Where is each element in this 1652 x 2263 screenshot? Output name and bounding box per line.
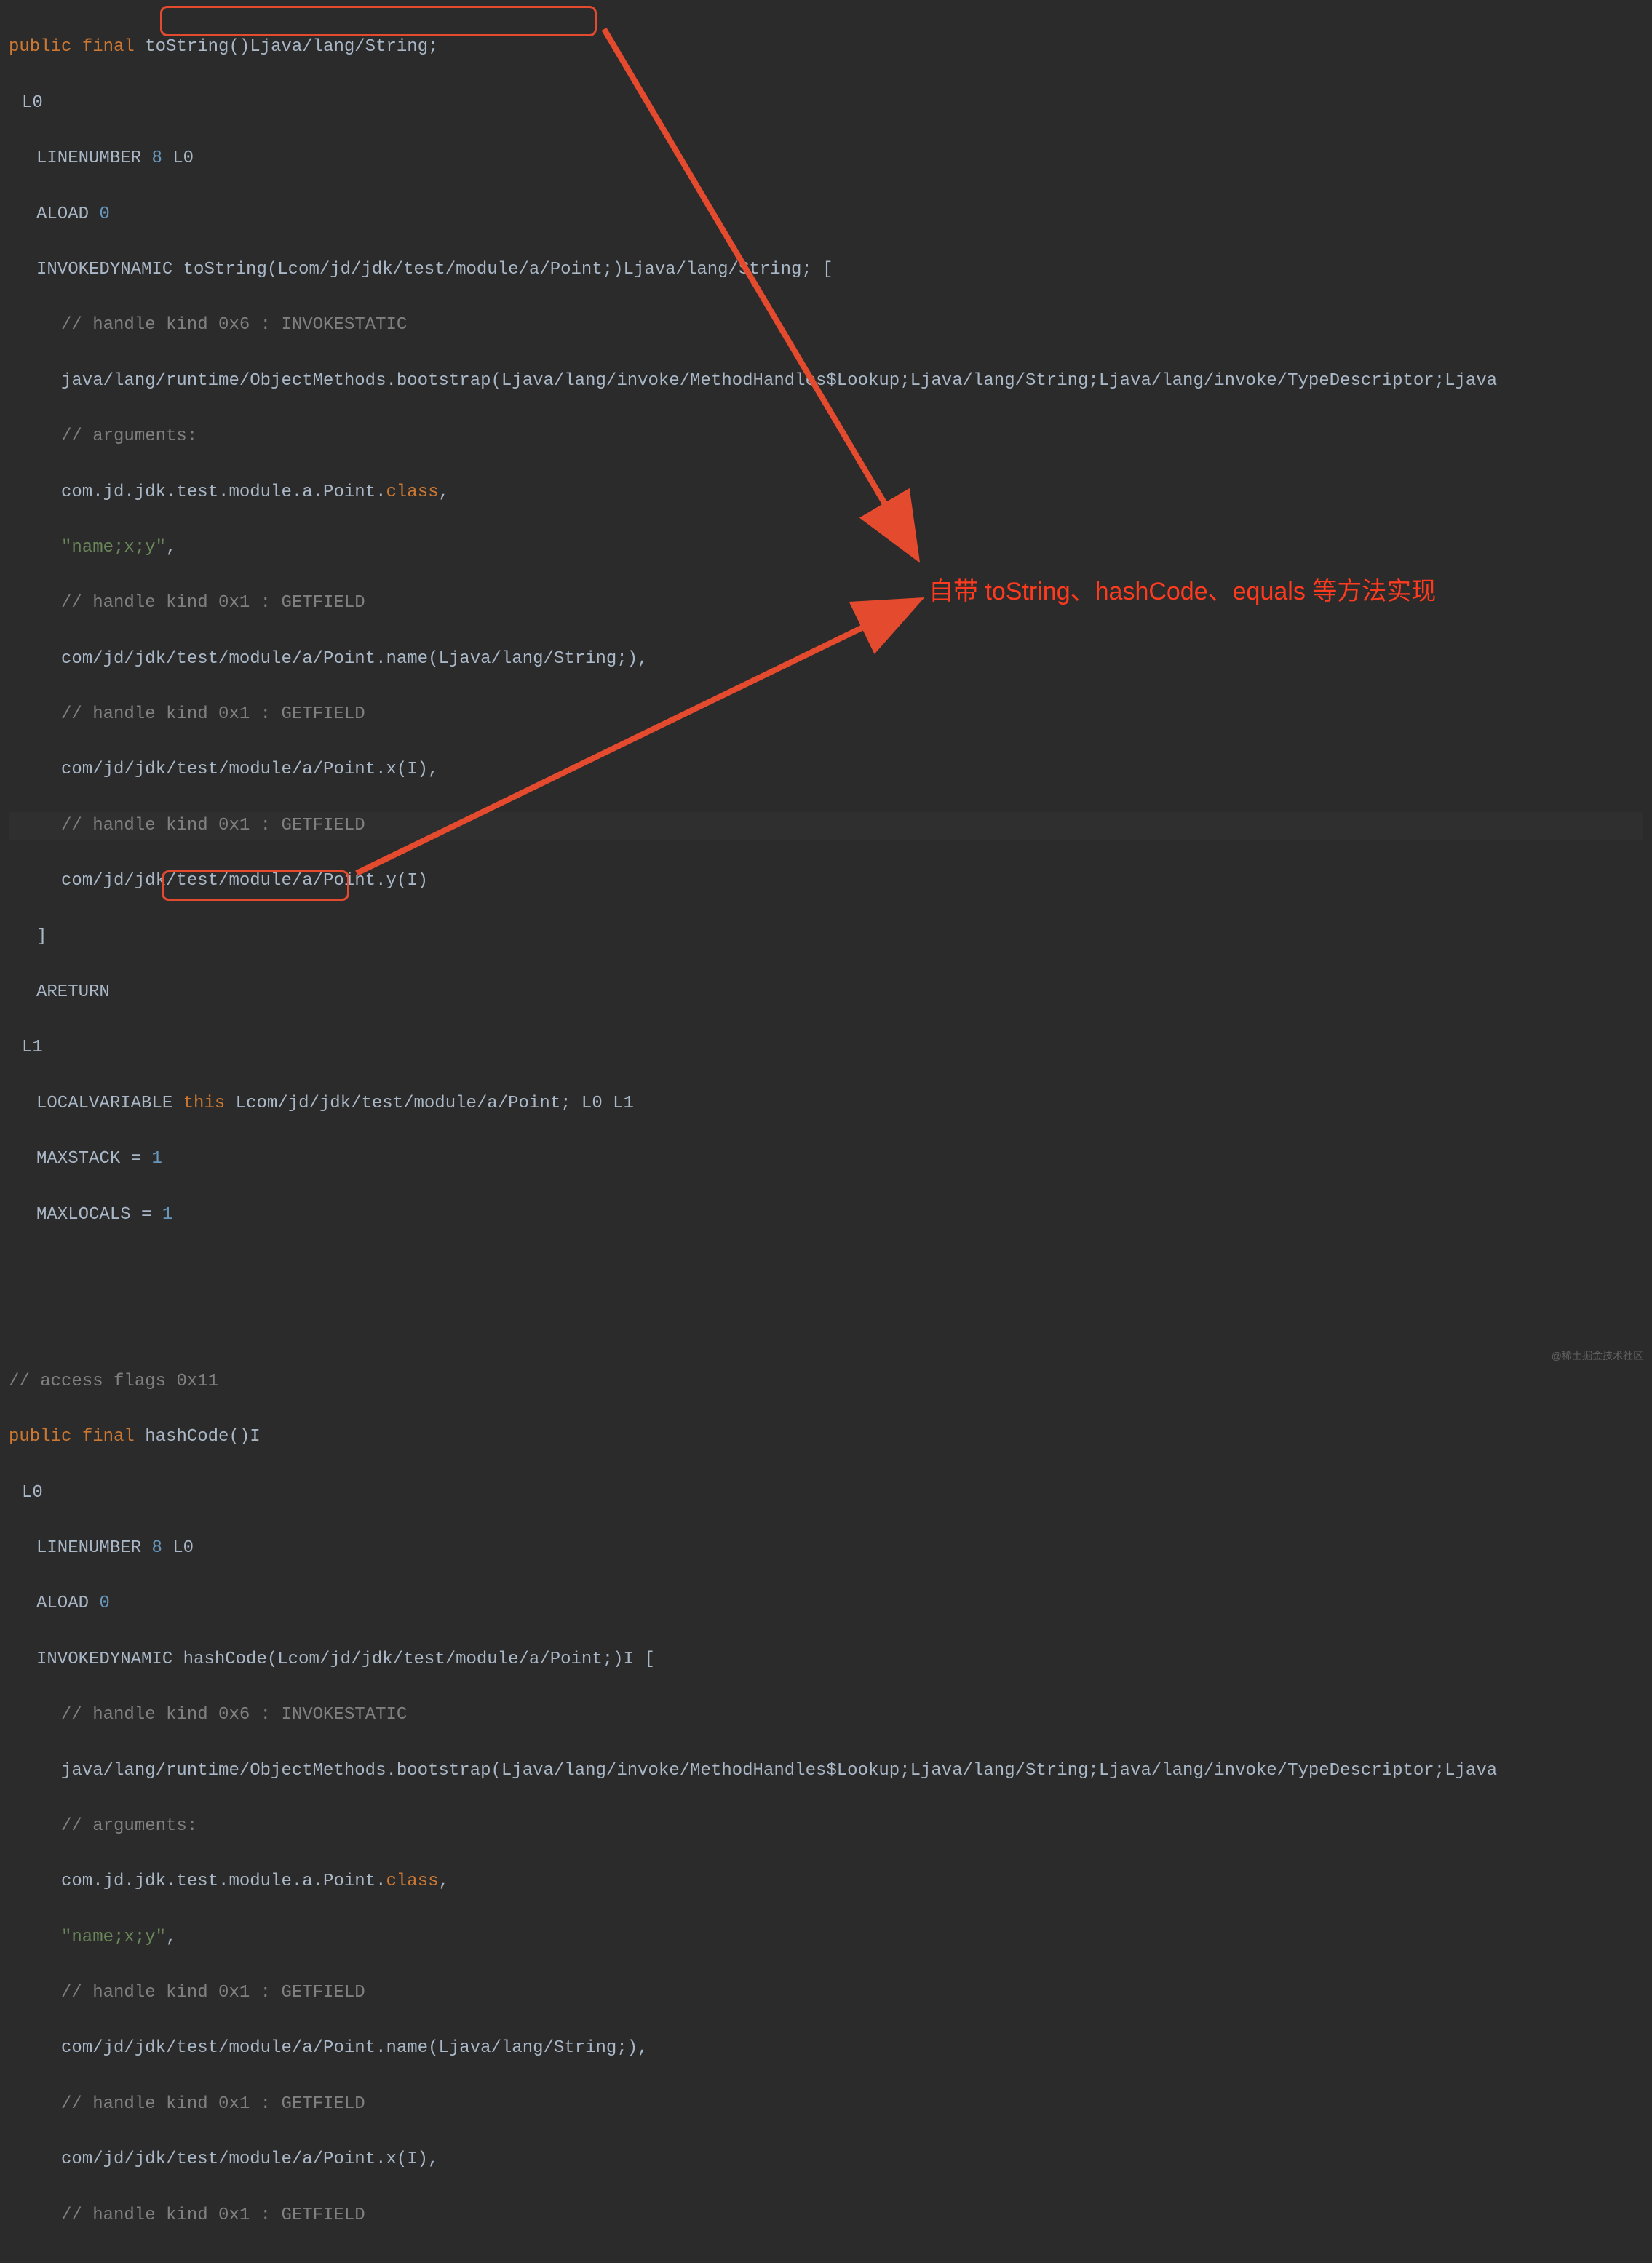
m1-c-args: // arguments:: [61, 426, 197, 446]
m1-localvar-this: this: [183, 1094, 226, 1113]
m1-invokedyn: INVOKEDYNAMIC toString(Lcom/jd/jdk/test/…: [36, 260, 833, 279]
m1-c-handle6: // handle kind 0x6 : INVOKESTATIC: [61, 315, 407, 335]
m1-close-br: ]: [36, 927, 47, 947]
m1-comma1: ,: [166, 538, 176, 557]
m1-namexy: "name;x;y": [61, 538, 166, 557]
annotation-text: 自带 toString、hashCode、equals 等方法实现: [929, 572, 1436, 611]
m2-pointclass-kw: class: [386, 1872, 438, 1891]
m2-pointclass-pre: com.jd.jdk.test.module.a.Point.: [61, 1872, 386, 1891]
m1-linenumber-num: 8: [151, 148, 162, 168]
m1-aload-num: 0: [99, 204, 109, 224]
m2-getf-name: com/jd/jdk/test/module/a/Point.name(Ljav…: [61, 2038, 648, 2058]
m2-invokedyn: INVOKEDYNAMIC hashCode(Lcom/jd/jdk/test/…: [36, 1650, 655, 1669]
m2-l0: L0: [22, 1483, 43, 1503]
m1-linenumber-post: L0: [162, 148, 194, 168]
m1-maxlocals-pre: MAXLOCALS =: [36, 1205, 162, 1225]
sig2-name: hashCode()I: [145, 1427, 260, 1447]
m1-c-handle1-b: // handle kind 0x1 : GETFIELD: [61, 704, 365, 724]
m1-maxstack-num: 1: [151, 1149, 162, 1169]
m1-bootstrap: java/lang/runtime/ObjectMethods.bootstra…: [61, 371, 1497, 391]
m1-maxlocals-num: 1: [162, 1205, 172, 1225]
m2-c-handle6: // handle kind 0x6 : INVOKESTATIC: [61, 1705, 407, 1725]
m1-pointclass-post: ,: [439, 482, 449, 502]
access-flags: // access flags 0x11: [9, 1372, 218, 1391]
m1-aload-pre: ALOAD: [36, 204, 99, 224]
m1-getf-x: com/jd/jdk/test/module/a/Point.x(I),: [61, 760, 438, 779]
m2-pointclass-post: ,: [439, 1872, 449, 1891]
m2-c-handle1-b: // handle kind 0x1 : GETFIELD: [61, 2094, 365, 2114]
m1-c-handle1-a: // handle kind 0x1 : GETFIELD: [61, 593, 365, 613]
m1-pointclass-kw: class: [386, 482, 438, 502]
m2-c-handle1-c: // handle kind 0x1 : GETFIELD: [61, 2206, 365, 2225]
m1-linenumber-pre: LINENUMBER: [36, 148, 151, 168]
m2-aload-num: 0: [99, 1594, 109, 1613]
m2-linenumber-post: L0: [162, 1538, 194, 1558]
m1-localvar-post: Lcom/jd/jdk/test/module/a/Point; L0 L1: [225, 1094, 634, 1113]
highlight-box-hashcode: [162, 870, 349, 901]
m1-l1: L1: [22, 1038, 43, 1057]
m1-getf-name: com/jd/jdk/test/module/a/Point.name(Ljav…: [61, 649, 648, 669]
sig1-name: toString()Ljava/lang/String;: [145, 37, 438, 57]
m1-maxstack-pre: MAXSTACK =: [36, 1149, 151, 1169]
sig2-prefix: public final: [9, 1427, 145, 1447]
bytecode-listing: public final toString()Ljava/lang/String…: [0, 0, 1652, 2263]
watermark: @稀土掘金技术社区: [1552, 1348, 1643, 1364]
m2-linenumber-pre: LINENUMBER: [36, 1538, 151, 1558]
m2-aload-pre: ALOAD: [36, 1594, 99, 1613]
m1-areturn: ARETURN: [36, 982, 110, 1002]
m2-linenumber-num: 8: [151, 1538, 162, 1558]
highlight-box-tostring: [160, 6, 597, 36]
m2-getf-x: com/jd/jdk/test/module/a/Point.x(I),: [61, 2149, 438, 2169]
sig1-prefix: public final: [9, 37, 145, 57]
m1-l0: L0: [22, 93, 43, 113]
m2-comma1: ,: [166, 1928, 176, 1947]
m2-c-handle1-a: // handle kind 0x1 : GETFIELD: [61, 1983, 365, 2003]
m1-localvar-pre: LOCALVARIABLE: [36, 1094, 183, 1113]
m2-namexy: "name;x;y": [61, 1928, 166, 1947]
m1-c-handle1-c: // handle kind 0x1 : GETFIELD: [61, 816, 365, 835]
m1-pointclass-pre: com.jd.jdk.test.module.a.Point.: [61, 482, 386, 502]
m2-c-args: // arguments:: [61, 1816, 197, 1836]
m2-bootstrap: java/lang/runtime/ObjectMethods.bootstra…: [61, 1761, 1497, 1781]
